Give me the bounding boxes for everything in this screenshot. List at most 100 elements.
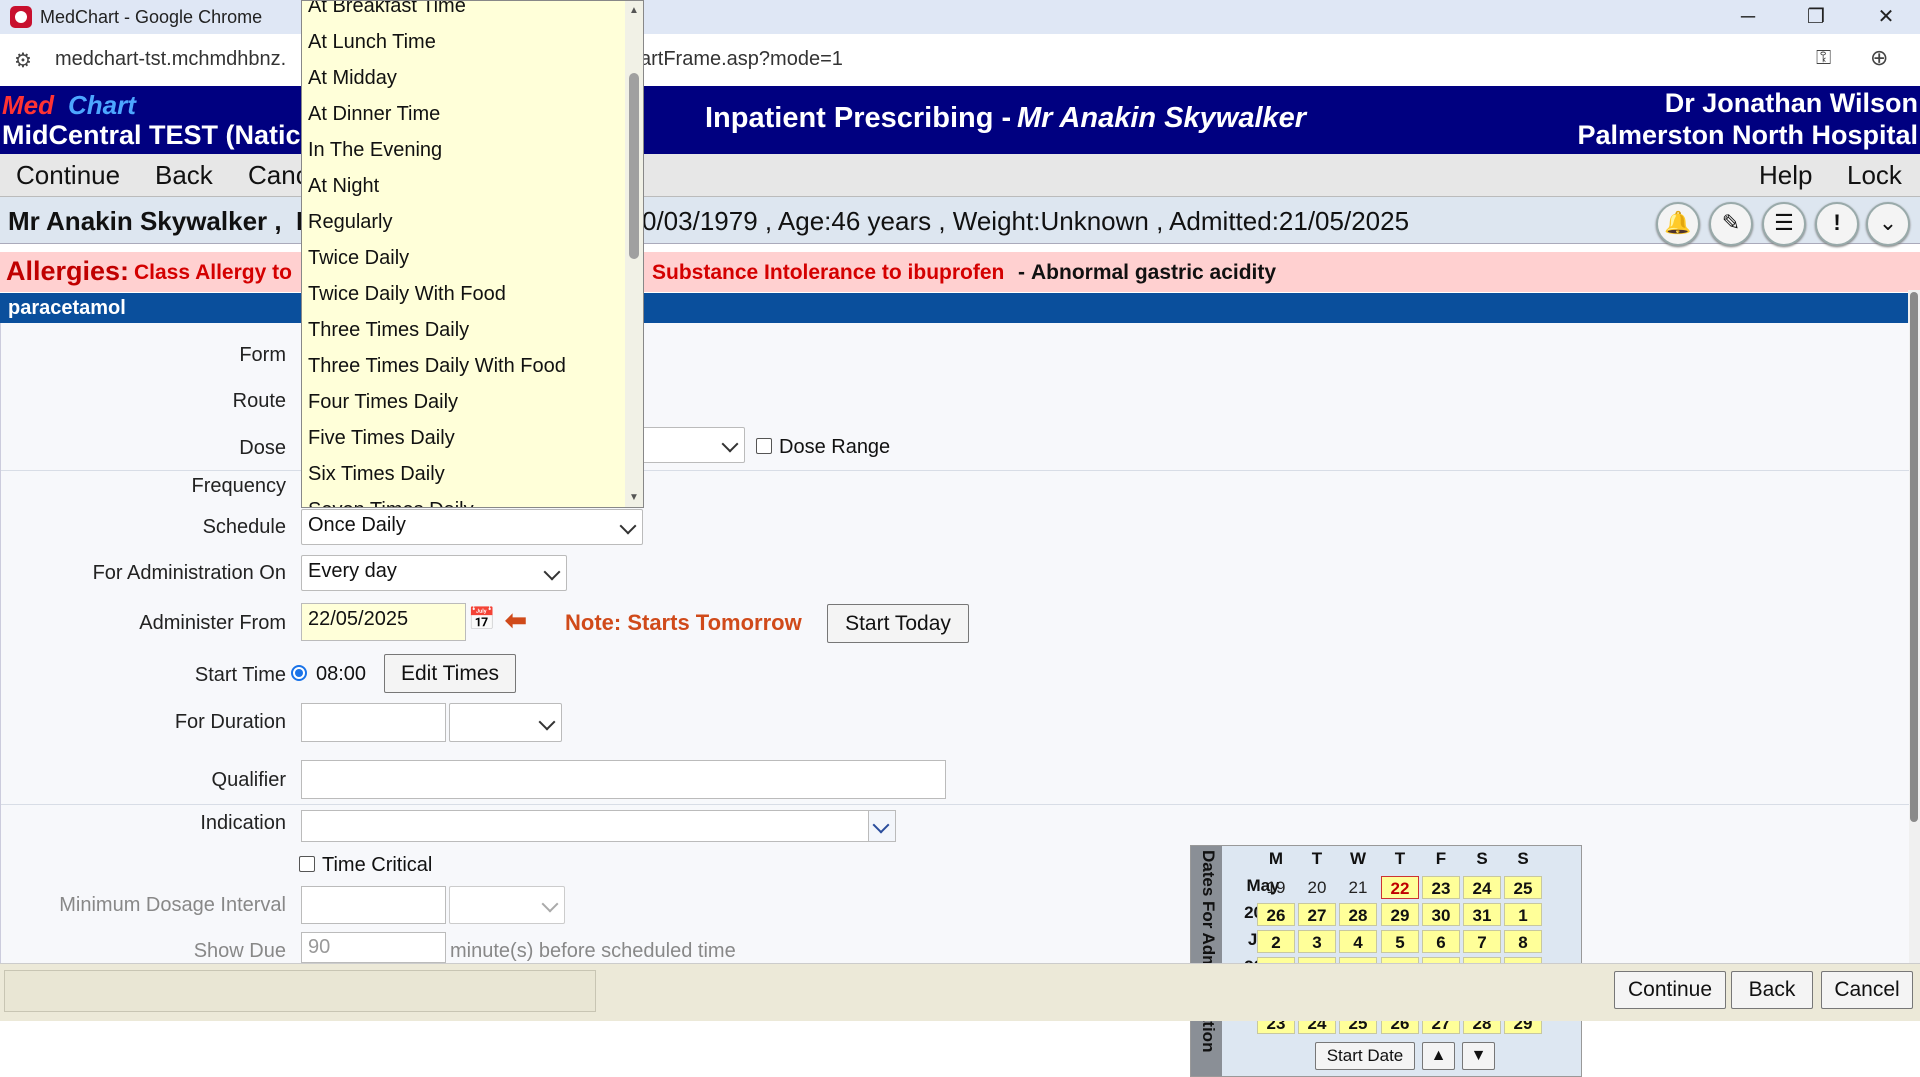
header-patient-name: Mr Anakin Skywalker [1017, 102, 1307, 134]
footer-continue-button[interactable]: Continue [1614, 971, 1726, 1009]
schedule-option[interactable]: In The Evening [308, 139, 442, 162]
calendar-side-label: Dates For Administration [1191, 846, 1222, 1076]
admin-on-value: Every day [308, 560, 397, 582]
calendar-day[interactable]: 28 [1339, 903, 1377, 926]
schedule-option[interactable]: Three Times Daily With Food [308, 355, 566, 378]
alert-icon[interactable]: ! [1815, 202, 1859, 246]
scroll-up-icon[interactable]: ▲ [629, 5, 639, 16]
url-text-right[interactable]: artFrame.asp?mode=1 [640, 48, 843, 71]
notes-icon[interactable]: ☰ [1762, 202, 1806, 246]
calendar-day: 21 [1348, 878, 1368, 897]
site-info-icon[interactable]: ⚙ [14, 48, 32, 73]
footer-cancel-button[interactable]: Cancel [1821, 971, 1913, 1009]
calendar-day[interactable]: 8 [1504, 930, 1542, 953]
minimize-button[interactable]: ─ [1720, 0, 1776, 34]
schedule-select[interactable]: Once Daily [301, 509, 643, 545]
calendar-day[interactable]: 29 [1381, 903, 1419, 926]
page-scrollbar-thumb[interactable] [1910, 292, 1918, 822]
calendar-day[interactable]: 25 [1504, 876, 1542, 899]
edit-times-button[interactable]: Edit Times [384, 654, 516, 693]
calendar-day-header: F [1435, 849, 1447, 868]
calendar-day[interactable]: 6 [1422, 930, 1460, 953]
calendar-day[interactable]: 24 [1463, 876, 1501, 899]
menu-cancel[interactable]: Canc [248, 160, 309, 191]
expand-icon[interactable]: ⌄ [1866, 202, 1910, 246]
duration-input[interactable] [301, 703, 446, 742]
min-interval-input[interactable] [301, 886, 446, 924]
restore-button[interactable]: ❐ [1788, 0, 1844, 34]
address-bar[interactable]: ⚙ medchart-tst.mchmdhbnz. artFrame.asp?m… [0, 34, 1920, 87]
dose-range-checkbox[interactable] [756, 438, 772, 454]
menu-back[interactable]: Back [155, 160, 213, 191]
show-due-input[interactable]: 90 [301, 932, 446, 963]
app-header: Med Chart MidCentral TEST (Natic Inpatie… [0, 86, 1920, 154]
min-interval-unit-select[interactable] [449, 886, 565, 924]
time-critical-checkbox[interactable] [299, 856, 315, 872]
calendar-day[interactable]: 5 [1381, 930, 1419, 953]
start-time-radio[interactable] [291, 665, 307, 681]
schedule-option[interactable]: At Lunch Time [308, 31, 436, 54]
schedule-option[interactable]: Twice Daily With Food [308, 283, 506, 306]
calendar-day[interactable]: 7 [1463, 930, 1501, 953]
menu-lock[interactable]: Lock [1847, 160, 1902, 191]
zoom-icon[interactable]: ⊕ [1870, 45, 1888, 71]
status-field [4, 970, 596, 1012]
schedule-option[interactable]: Twice Daily [308, 247, 409, 270]
calendar-day[interactable]: 2 [1257, 930, 1295, 953]
qualifier-input[interactable] [301, 760, 946, 799]
schedule-option[interactable]: Four Times Daily [308, 391, 458, 414]
schedule-option[interactable]: Seven Times Daily [308, 499, 474, 507]
scroll-down-icon[interactable]: ▼ [629, 492, 639, 503]
dropdown-scrollbar[interactable]: ▲ ▼ [625, 1, 643, 507]
indication-dropdown-button[interactable] [868, 811, 895, 841]
allergy-item-2: Substance Intolerance to ibuprofen [652, 261, 1005, 284]
dose-unit-select[interactable] [641, 427, 745, 463]
route-label: Route [232, 390, 286, 412]
calendar-up-button[interactable]: ▲ [1422, 1042, 1455, 1070]
indication-input[interactable] [301, 810, 896, 842]
admin-from-input[interactable]: 22/05/2025 [301, 603, 466, 641]
bell-icon[interactable]: 🔔 [1656, 202, 1700, 246]
schedule-option[interactable]: Five Times Daily [308, 427, 455, 450]
calendar-down-button[interactable]: ▼ [1462, 1042, 1495, 1070]
menu-help[interactable]: Help [1759, 160, 1812, 191]
calendar-day[interactable]: 31 [1463, 903, 1501, 926]
calendar-picker-icon[interactable]: 📅 [468, 606, 498, 632]
allergy-bar: Allergies: Class Allergy to Substance In… [0, 252, 1920, 292]
start-date-button[interactable]: Start Date [1315, 1042, 1415, 1070]
calendar-day[interactable]: 30 [1422, 903, 1460, 926]
schedule-option[interactable]: At Midday [308, 67, 397, 90]
doctor-name: Dr Jonathan Wilson [1664, 88, 1918, 118]
duration-unit-select[interactable] [449, 703, 562, 742]
calendar-day[interactable]: 27 [1298, 903, 1336, 926]
url-text-left[interactable]: medchart-tst.mchmdhbnz. [55, 48, 286, 71]
footer-back-button[interactable]: Back [1731, 971, 1813, 1009]
start-time-value: 08:00 [316, 663, 367, 685]
schedule-option[interactable]: Six Times Daily [308, 463, 445, 486]
edit-icon[interactable]: ✎ [1709, 202, 1753, 246]
calendar-day[interactable]: 1 [1504, 903, 1542, 926]
schedule-option[interactable]: At Night [308, 175, 379, 198]
calendar-day[interactable]: 3 [1298, 930, 1336, 953]
calendar-day[interactable]: 22 [1381, 876, 1419, 899]
calendar-day[interactable]: 26 [1257, 903, 1295, 926]
schedule-option[interactable]: At Dinner Time [308, 103, 440, 126]
dropdown-scroll-thumb[interactable] [629, 73, 639, 259]
schedule-option[interactable]: At Breakfast Time [308, 1, 466, 18]
close-window-button[interactable]: ✕ [1858, 0, 1914, 34]
calendar-day[interactable]: 23 [1422, 876, 1460, 899]
administration-calendar: Dates For Administration MTWTFSS May2025… [1190, 845, 1582, 1077]
show-due-suffix: minute(s) before scheduled time [450, 940, 736, 962]
time-critical-label: Time Critical [322, 854, 433, 876]
admin-on-select[interactable]: Every day [301, 555, 567, 591]
schedule-dropdown-list[interactable]: At Breakfast Time At Lunch Time At Midday A… [301, 0, 644, 508]
key-icon[interactable]: ⚿ [1816, 47, 1831, 70]
schedule-option[interactable]: Regularly [308, 211, 392, 234]
divider [1, 470, 1909, 471]
start-today-button[interactable]: Start Today [827, 604, 969, 643]
divider [1, 804, 1909, 805]
schedule-option[interactable]: Three Times Daily [308, 319, 469, 342]
calendar-day[interactable]: 4 [1339, 930, 1377, 953]
menu-continue[interactable]: Continue [16, 160, 120, 191]
patient-banner: Mr Anakin Skywalker , I 0/03/1979 , Age:… [0, 197, 1920, 246]
